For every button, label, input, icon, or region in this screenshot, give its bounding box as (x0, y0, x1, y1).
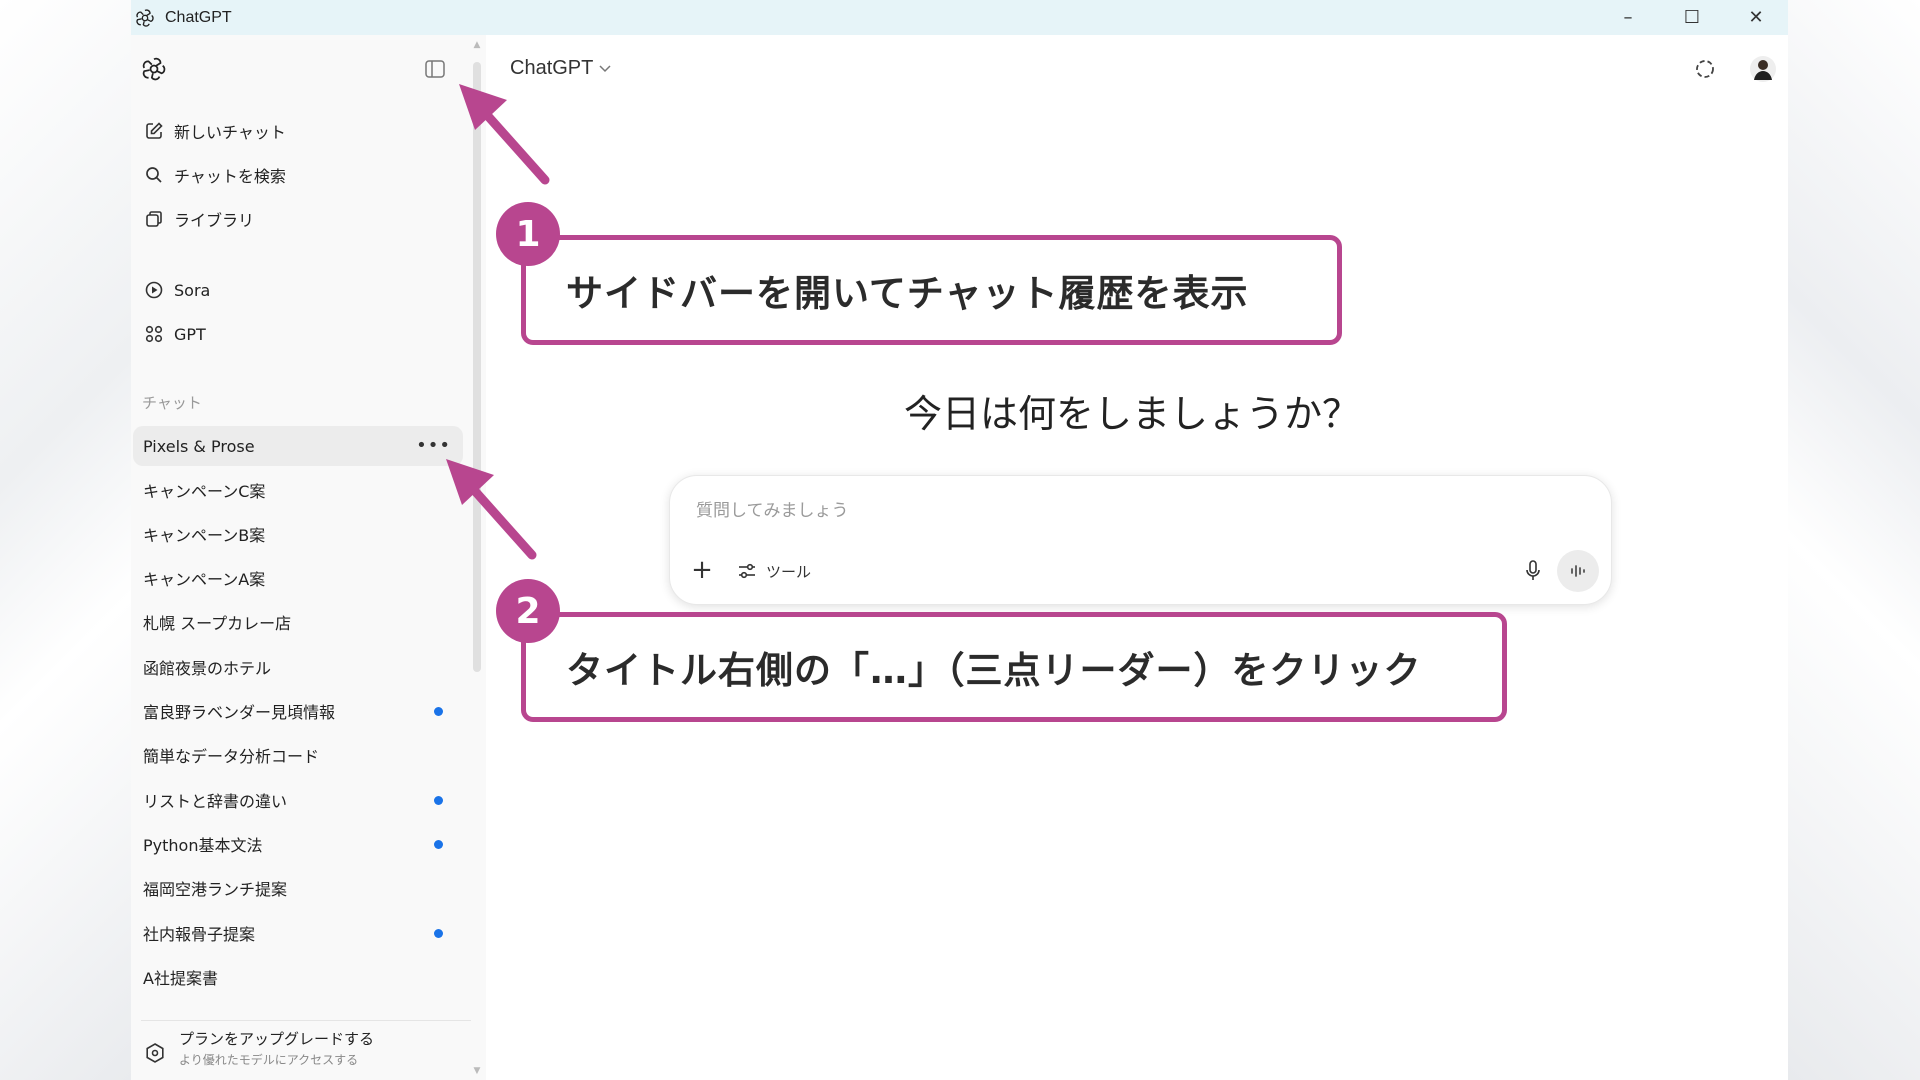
chat-title: Pixels & Prose (143, 436, 255, 456)
upgrade-icon (143, 1041, 167, 1065)
chat-title: 函館夜景のホテル (143, 659, 272, 678)
chat-item[interactable]: キャンペーンA案 (133, 558, 463, 598)
openai-logo-icon (134, 7, 156, 29)
model-name: ChatGPT (510, 57, 594, 79)
sidebar-item-sora[interactable]: Sora (141, 272, 471, 308)
chat-title: リストと辞書の違い (143, 792, 288, 811)
sidebar-item-library[interactable]: ライブラリ (141, 201, 471, 237)
unread-indicator (434, 929, 443, 938)
sidebar-item-label: 新しいチャット (174, 123, 286, 142)
chat-item[interactable]: 福岡空港ランチ提案 (133, 868, 463, 908)
chat-item[interactable]: 社内報骨子提案 (133, 913, 463, 953)
upgrade-subtitle: より優れたモデルにアクセスする (179, 1053, 359, 1067)
microphone-icon[interactable] (1520, 558, 1546, 584)
library-icon (143, 208, 165, 230)
annotation-arrow-2 (446, 459, 537, 560)
chat-title: 社内報骨子提案 (143, 925, 256, 944)
chat-item[interactable]: キャンペーンB案 (133, 514, 463, 554)
chat-title: 福岡空港ランチ提案 (143, 880, 288, 899)
tools-button[interactable]: ツール (736, 558, 811, 584)
app-window: ChatGPT – ☐ ✕ ▲ ▼ 新しいチャット チャットを検索 ライブラリ (131, 0, 1788, 1080)
chat-title: 簡単なデータ分析コード (143, 747, 320, 766)
greeting-heading: 今日は何をしましょうか？ (903, 392, 1360, 436)
chat-title: キャンペーンA案 (143, 570, 266, 589)
window-title: ChatGPT (165, 8, 232, 26)
maximize-button[interactable]: ☐ (1660, 0, 1724, 35)
search-icon (143, 164, 165, 186)
grid-icon (143, 323, 165, 345)
annotation-box-2: タイトル右側の「…」（三点リーダー）をクリック (521, 612, 1507, 722)
annotation-number-1: 1 (496, 202, 560, 266)
sidebar-item-label: ライブラリ (174, 211, 255, 230)
chat-item[interactable]: A社提案書 (133, 957, 463, 997)
background-left-panel (0, 0, 131, 1080)
sidebar-scroll-down[interactable]: ▼ (472, 1066, 482, 1076)
unread-indicator (434, 796, 443, 805)
annotation-box-1: サイドバーを開いてチャット履歴を表示 (521, 235, 1342, 345)
chevron-down-icon (599, 62, 611, 76)
chat-title: 富良野ラベンダー見頃情報 (143, 703, 336, 722)
sliders-icon (736, 560, 758, 582)
sidebar-item-new-chat[interactable]: 新しいチャット (141, 113, 471, 149)
tools-label: ツール (766, 562, 812, 581)
attach-plus-icon[interactable]: + (688, 555, 716, 585)
avatar[interactable] (1748, 54, 1778, 84)
close-button[interactable]: ✕ (1724, 0, 1788, 35)
play-circle-icon (143, 279, 165, 301)
background-right-panel (1788, 0, 1920, 1080)
annotation-arrow-1 (459, 84, 550, 185)
temporary-chat-icon[interactable] (1690, 54, 1720, 84)
sidebar-item-gpt[interactable]: GPT (141, 316, 471, 352)
window-controls: – ☐ ✕ (1596, 0, 1788, 35)
model-selector[interactable]: ChatGPT (510, 57, 611, 80)
minimize-button[interactable]: – (1596, 0, 1660, 35)
sidebar-item-search[interactable]: チャットを検索 (141, 157, 471, 193)
unread-indicator (434, 840, 443, 849)
chat-title: キャンペーンB案 (143, 526, 266, 545)
chat-title: キャンペーンC案 (143, 482, 266, 501)
chat-item[interactable]: 函館夜景のホテル (133, 647, 463, 687)
upgrade-title: プランをアップグレードする (179, 1030, 375, 1048)
chat-title: Python基本文法 (143, 836, 263, 855)
sidebar-item-label: Sora (174, 280, 211, 300)
edit-icon (143, 120, 165, 142)
chat-title: A社提案書 (143, 969, 218, 988)
voice-mode-icon[interactable] (1557, 550, 1599, 592)
message-input[interactable]: 質問してみましょう (696, 496, 849, 521)
sidebar-item-label: GPT (174, 324, 206, 344)
annotation-number-2: 2 (496, 579, 560, 643)
sidebar-item-label: チャットを検索 (174, 167, 286, 186)
sidebar-scroll-up[interactable]: ▲ (472, 40, 482, 50)
chat-item[interactable]: Python基本文法 (133, 824, 463, 864)
annotation-text-1: サイドバーを開いてチャット履歴を表示 (566, 272, 1249, 315)
chat-item[interactable]: 札幌 スープカレー店 (133, 602, 463, 642)
sidebar-toggle-icon[interactable] (423, 58, 447, 80)
chat-composer[interactable]: 質問してみましょう + ツール (669, 475, 1612, 605)
unread-indicator (434, 707, 443, 716)
chat-item[interactable]: 簡単なデータ分析コード (133, 735, 463, 775)
chat-title: 札幌 スープカレー店 (143, 614, 292, 633)
annotation-text-2: タイトル右側の「…」（三点リーダー）をクリック (566, 649, 1422, 692)
window-titlebar: ChatGPT – ☐ ✕ (131, 0, 1788, 35)
chatgpt-logo-icon[interactable] (139, 54, 169, 84)
chat-item[interactable]: リストと辞書の違い (133, 780, 463, 820)
chat-item[interactable]: キャンペーンC案 (133, 470, 463, 510)
upgrade-plan-button[interactable]: プランをアップグレードする より優れたモデルにアクセスする (141, 1020, 471, 1080)
chat-item[interactable]: 富良野ラベンダー見頃情報 (133, 691, 463, 731)
